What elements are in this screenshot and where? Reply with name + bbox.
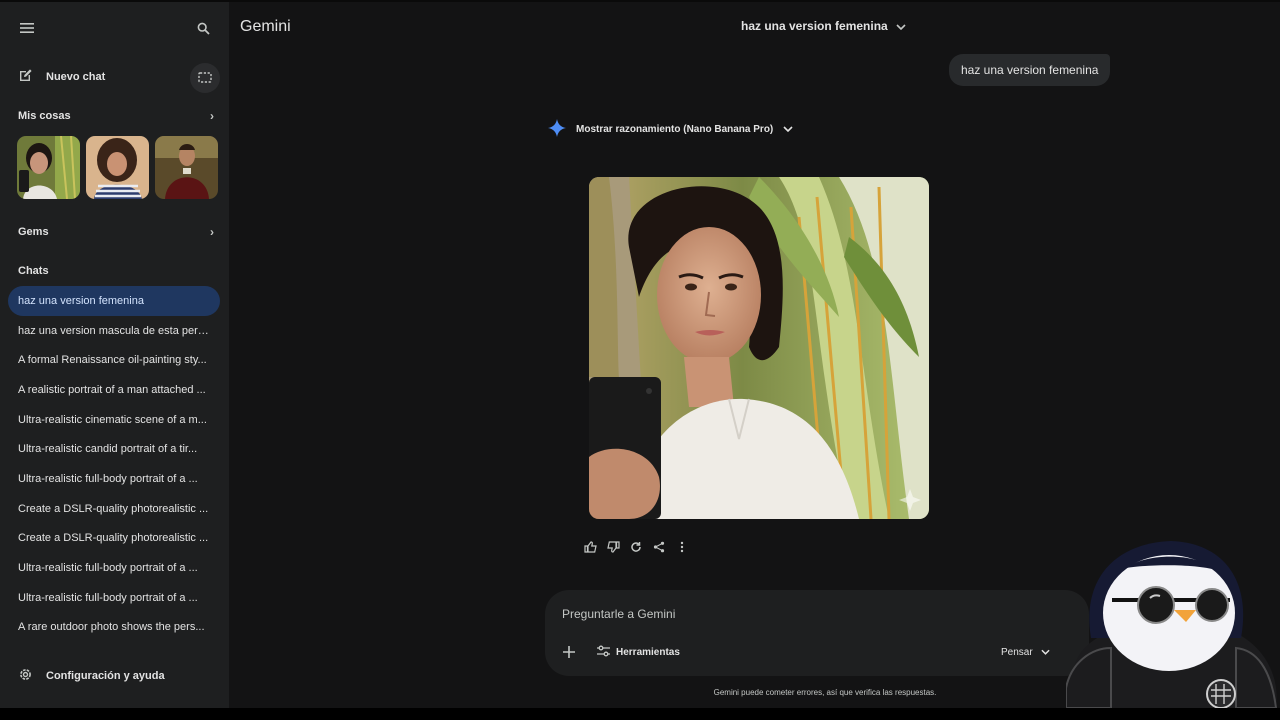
chat-item[interactable]: Ultra-realistic full-body portrait of a … — [8, 464, 220, 494]
chat-item[interactable]: Ultra-realistic full-body portrait of a … — [8, 553, 220, 583]
more-options-icon[interactable] — [673, 538, 691, 556]
gems-label: Gems — [18, 226, 49, 238]
mode-label: Pensar — [1001, 646, 1033, 658]
settings-label: Configuración y ayuda — [46, 670, 165, 682]
chat-item[interactable]: haz una version mascula de esta pers... — [8, 316, 220, 346]
reasoning-label: Mostrar razonamiento (Nano Banana Pro) — [576, 124, 774, 135]
share-icon[interactable] — [650, 538, 668, 556]
chevron-down-icon — [783, 124, 793, 135]
chat-item[interactable]: A formal Renaissance oil-painting sty... — [8, 345, 220, 375]
user-message-bubble: haz una version femenina — [949, 54, 1111, 86]
chats-label: Chats — [18, 265, 49, 277]
chat-item[interactable]: Ultra-realistic cinematic scene of a m..… — [8, 405, 220, 435]
thumbs-up-icon[interactable] — [581, 538, 599, 556]
chevron-down-icon — [1041, 647, 1050, 658]
response-actions — [581, 538, 691, 556]
chat-item[interactable]: A realistic portrait of a man attached .… — [8, 375, 220, 405]
tools-button[interactable]: Herramientas — [597, 642, 680, 662]
penguin-mascot-overlay — [1065, 538, 1280, 709]
plus-icon — [563, 646, 575, 658]
thumbs-down-icon[interactable] — [604, 538, 622, 556]
generated-image[interactable] — [589, 177, 929, 519]
chats-header: Chats — [18, 262, 214, 280]
search-icon[interactable] — [190, 16, 216, 40]
thumbnail-woman-plants[interactable] — [17, 136, 80, 199]
chat-item[interactable]: A rare outdoor photo shows the pers... — [8, 613, 220, 643]
my-stuff-label: Mis cosas — [18, 110, 71, 122]
settings-help-button[interactable]: Configuración y ayuda — [18, 666, 165, 686]
tools-icon — [597, 645, 610, 660]
prompt-input[interactable] — [562, 604, 962, 624]
user-message-text: haz una version femenina — [961, 63, 1099, 77]
chevron-down-icon — [896, 19, 906, 33]
sidebar: Nuevo chat Mis cosas › Gems › Chats haz … — [0, 2, 229, 708]
chat-item[interactable]: Create a DSLR-quality photorealistic ... — [8, 524, 220, 554]
chat-list: haz una version femenina haz una version… — [8, 286, 220, 642]
my-stuff-thumbnails — [17, 136, 218, 199]
sidebar-top — [0, 2, 229, 54]
gear-icon — [18, 667, 33, 685]
gems-header[interactable]: Gems › — [18, 223, 214, 241]
menu-icon[interactable] — [14, 16, 40, 40]
disclaimer-text: Gemini puede cometer errores, así que ve… — [713, 688, 937, 697]
brand-title[interactable]: Gemini — [240, 18, 291, 36]
temporary-chat-icon — [198, 72, 212, 83]
regenerate-icon[interactable] — [627, 538, 645, 556]
chat-item[interactable]: Create a DSLR-quality photorealistic ... — [8, 494, 220, 524]
bottom-letterbox — [0, 708, 1280, 720]
conversation-title: haz una version femenina — [741, 19, 888, 33]
chevron-right-icon: › — [210, 109, 214, 123]
show-reasoning-toggle[interactable]: Mostrar razonamiento (Nano Banana Pro) — [548, 119, 793, 140]
thumbnail-woman-striped[interactable] — [86, 136, 149, 199]
chat-item[interactable]: Ultra-realistic candid portrait of a tir… — [8, 434, 220, 464]
mode-selector[interactable]: Pensar — [1001, 642, 1050, 662]
new-chat-button[interactable]: Nuevo chat — [18, 64, 105, 90]
chat-item[interactable]: Ultra-realistic full-body portrait of a … — [8, 583, 220, 613]
gemini-spark-icon — [548, 119, 566, 140]
prompt-composer: Herramientas Pensar — [545, 590, 1089, 676]
tools-label: Herramientas — [616, 646, 680, 658]
thumbnail-renaissance-man[interactable] — [155, 136, 218, 199]
chevron-right-icon: › — [210, 225, 214, 239]
temporary-chat-button[interactable] — [190, 63, 220, 93]
new-chat-label: Nuevo chat — [46, 71, 106, 83]
my-stuff-header[interactable]: Mis cosas › — [18, 107, 214, 125]
chat-item[interactable]: haz una version femenina — [8, 286, 220, 316]
add-attachment-button[interactable] — [559, 642, 579, 662]
conversation-title-dropdown[interactable]: haz una version femenina — [741, 19, 906, 33]
edit-icon — [18, 68, 33, 86]
